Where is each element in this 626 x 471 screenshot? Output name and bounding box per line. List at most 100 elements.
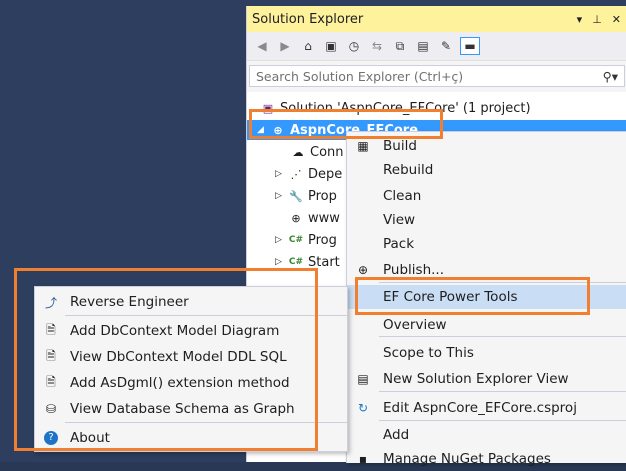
menu-separator bbox=[379, 420, 626, 421]
wrench-icon: 🔧 bbox=[289, 189, 303, 203]
tree-item-solution[interactable]: ▣ Solution 'AspnCore_EFCore' (1 project) bbox=[259, 98, 531, 118]
reverse-engineer-icon: ⤴ bbox=[44, 295, 57, 310]
menu-item-label: Clean bbox=[383, 188, 422, 204]
menu-item-ef-core-power-tools[interactable]: EF Core Power Tools bbox=[347, 285, 626, 309]
menu-item-label: About bbox=[70, 430, 110, 446]
tree-item[interactable]: ☁ Conn bbox=[277, 142, 344, 162]
tree-item[interactable]: ▷ C# Prog bbox=[275, 230, 337, 250]
menu-item-new-solution-explorer-view[interactable]: ▤ New Solution Explorer View bbox=[347, 367, 626, 391]
solution-explorer-title: Solution Explorer bbox=[252, 11, 364, 27]
edit-refresh-icon: ↻ bbox=[357, 401, 369, 415]
menu-item-clean[interactable]: Clean bbox=[347, 184, 626, 208]
csharp-file-icon: C# bbox=[288, 235, 304, 245]
menu-item-add[interactable]: Add bbox=[347, 423, 626, 447]
solution-label: Solution 'AspnCore_EFCore' (1 project) bbox=[280, 100, 531, 116]
preview-selected-icon[interactable]: ▬ bbox=[460, 37, 480, 55]
collapse-all-icon[interactable]: ⧉ bbox=[391, 37, 409, 55]
menu-item-label: Overview bbox=[383, 317, 447, 333]
menu-item-scope-to-this[interactable]: Scope to This bbox=[347, 341, 626, 365]
menu-separator bbox=[379, 391, 626, 392]
menu-item-label: New Solution Explorer View bbox=[383, 371, 569, 387]
globe-icon: ⊕ bbox=[291, 211, 301, 225]
diagram-file-icon: 🗎 bbox=[46, 322, 56, 337]
properties-icon[interactable]: ✎ bbox=[437, 37, 455, 55]
ef-core-power-tools-submenu: ⤴ Reverse Engineer 🗎 Add DbContext Model… bbox=[34, 286, 348, 452]
menu-item-overview[interactable]: Overview bbox=[347, 313, 626, 337]
menu-separator bbox=[65, 422, 347, 423]
menu-item-reverse-engineer[interactable]: ⤴ Reverse Engineer bbox=[35, 290, 347, 314]
menu-separator bbox=[65, 315, 347, 316]
search-input[interactable]: Search Solution Explorer (Ctrl+ç) ⚲▾ bbox=[249, 65, 625, 87]
menu-item-label: Add AsDgml() extension method bbox=[70, 375, 290, 391]
menu-item-label: Build bbox=[383, 138, 417, 154]
collapse-arrow-icon[interactable]: ◢ bbox=[257, 125, 269, 135]
pending-changes-icon[interactable]: ◷ bbox=[345, 37, 363, 55]
menu-item-label: Edit AspnCore_EFCore.csproj bbox=[383, 400, 577, 416]
tree-item-label: Start bbox=[308, 254, 340, 270]
show-all-files-icon[interactable]: ▤ bbox=[414, 37, 432, 55]
dgml-file-icon: 🗎 bbox=[46, 374, 56, 389]
menu-item-view[interactable]: View bbox=[347, 208, 626, 232]
sql-file-icon: 🗎 bbox=[46, 348, 56, 363]
expand-arrow-icon[interactable]: ▷ bbox=[275, 169, 287, 179]
menu-item-label: View bbox=[383, 212, 416, 228]
menu-item-label: Publish... bbox=[383, 262, 444, 278]
solution-explorer-title-bar[interactable]: Solution Explorer ▾ ⊥ ✕ bbox=[247, 6, 626, 32]
tree-item[interactable]: ⊕ www bbox=[275, 208, 340, 228]
cloud-icon: ☁ bbox=[292, 145, 304, 159]
csharp-file-icon: C# bbox=[288, 257, 304, 267]
build-icon: ▦ bbox=[357, 139, 369, 153]
menu-item-label: Rebuild bbox=[383, 162, 434, 178]
forward-icon[interactable]: ▶ bbox=[276, 37, 294, 55]
publish-globe-icon: ⊕ bbox=[357, 263, 369, 277]
menu-item-label: EF Core Power Tools bbox=[383, 289, 518, 305]
menu-item-label: View Database Schema as Graph bbox=[70, 401, 295, 417]
expand-arrow-icon[interactable]: ▷ bbox=[275, 235, 287, 245]
menu-item-label: Manage NuGet Packages bbox=[383, 451, 551, 467]
menu-item-add-asdgml[interactable]: 🗎 Add AsDgml() extension method bbox=[35, 371, 347, 395]
tree-item[interactable]: ▷ C# Start bbox=[275, 252, 340, 272]
switch-views-icon[interactable]: ▣ bbox=[322, 37, 340, 55]
menu-item-publish[interactable]: ⊕ Publish... bbox=[347, 258, 626, 282]
menu-item-view-ddl-sql[interactable]: 🗎 View DbContext Model DDL SQL bbox=[35, 345, 347, 369]
menu-item-pack[interactable]: Pack bbox=[347, 232, 626, 256]
close-icon[interactable]: ✕ bbox=[612, 13, 621, 26]
menu-item-rebuild[interactable]: Rebuild bbox=[347, 158, 626, 182]
menu-item-view-schema-graph[interactable]: ⛁ View Database Schema as Graph bbox=[35, 397, 347, 421]
menu-item-label: Add DbContext Model Diagram bbox=[70, 323, 280, 339]
graph-icon: ⛁ bbox=[45, 402, 57, 416]
tree-item-label: Prog bbox=[308, 232, 337, 248]
menu-item-label: Reverse Engineer bbox=[70, 294, 189, 310]
tree-item-label: www bbox=[308, 210, 340, 226]
nuget-icon: ▪ bbox=[358, 452, 368, 466]
menu-separator bbox=[379, 336, 626, 337]
tree-item-label: Depe bbox=[308, 166, 343, 182]
menu-item-add-dbcontext-diagram[interactable]: 🗎 Add DbContext Model Diagram bbox=[35, 319, 347, 343]
home-icon[interactable]: ⌂ bbox=[299, 37, 317, 55]
menu-item-about[interactable]: ? About bbox=[35, 426, 347, 450]
menu-item-label: Pack bbox=[383, 236, 415, 252]
pin-icon[interactable]: ⊥ bbox=[592, 13, 602, 26]
tree-item-label: Conn bbox=[310, 144, 344, 160]
solution-icon: ▣ bbox=[262, 101, 274, 115]
menu-item-label: Add bbox=[383, 427, 410, 443]
tree-item[interactable]: ▷ ⋰ Depe bbox=[275, 164, 342, 184]
search-icon[interactable]: ⚲▾ bbox=[603, 69, 618, 84]
solution-explorer-toolbar: ◀ ▶ ⌂ ▣ ◷ ⇆ ⧉ ▤ ✎ ▬ bbox=[247, 32, 626, 61]
menu-separator bbox=[379, 282, 626, 283]
tree-item[interactable]: ▷ 🔧 Prop bbox=[275, 186, 337, 206]
menu-item-label: View DbContext Model DDL SQL bbox=[70, 349, 287, 365]
expand-arrow-icon[interactable]: ▷ bbox=[275, 191, 287, 201]
web-project-icon: ⊕ bbox=[273, 123, 283, 137]
menu-item-label: Scope to This bbox=[383, 345, 474, 361]
search-placeholder: Search Solution Explorer (Ctrl+ç) bbox=[256, 68, 464, 84]
project-context-menu: ▦ Build Rebuild Clean View Pack ⊕ Publis… bbox=[346, 131, 626, 467]
menu-item-build[interactable]: ▦ Build bbox=[347, 134, 626, 158]
expand-arrow-icon[interactable]: ▷ bbox=[275, 257, 287, 267]
back-icon[interactable]: ◀ bbox=[253, 37, 271, 55]
window-menu-icon[interactable]: ▾ bbox=[577, 13, 583, 26]
menu-item-edit-csproj[interactable]: ↻ Edit AspnCore_EFCore.csproj bbox=[347, 396, 626, 420]
menu-item-manage-nuget[interactable]: ▪ Manage NuGet Packages bbox=[347, 447, 626, 471]
sync-icon[interactable]: ⇆ bbox=[368, 37, 386, 55]
new-view-icon: ▤ bbox=[357, 372, 369, 386]
